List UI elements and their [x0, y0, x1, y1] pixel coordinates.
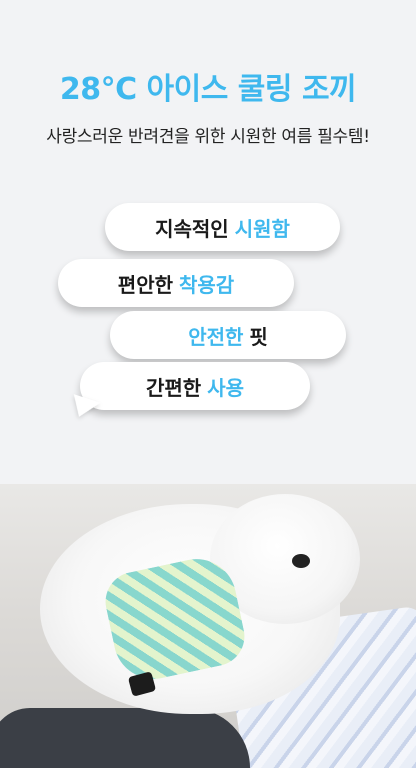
- feature-bubble-1: 지속적인 시원함: [105, 203, 340, 251]
- feature-bubble-3: 안전한 핏: [110, 311, 346, 359]
- page-subtitle: 사랑스러운 반려견을 위한 시원한 여름 필수템!: [46, 127, 370, 147]
- feature-bubble-4: 간편한 사용: [80, 362, 310, 410]
- feature-bubble-highlight: 사용: [207, 375, 244, 400]
- header: 28°C 아이스 쿨링 조끼 사랑스러운 반려견을 위한 시원한 여름 필수템!: [0, 0, 416, 147]
- dog-nose: [292, 554, 310, 568]
- feature-bubble-text: 안전한: [188, 324, 244, 349]
- feature-bubble-highlight: 핏: [249, 324, 268, 349]
- page-title: 28°C 아이스 쿨링 조끼: [59, 72, 357, 107]
- feature-bubble-highlight: 시원함: [234, 216, 290, 241]
- feature-bubble-text: 지속적인: [155, 216, 229, 241]
- feature-bubble-2: 편안한 착용감: [58, 259, 294, 307]
- feature-bubble-highlight: 착용감: [179, 272, 235, 297]
- feature-bubble-text: 편안한: [117, 272, 173, 297]
- product-photo: [0, 484, 416, 768]
- dark-cushion: [0, 708, 250, 768]
- feature-bubble-text: 간편한: [145, 375, 202, 400]
